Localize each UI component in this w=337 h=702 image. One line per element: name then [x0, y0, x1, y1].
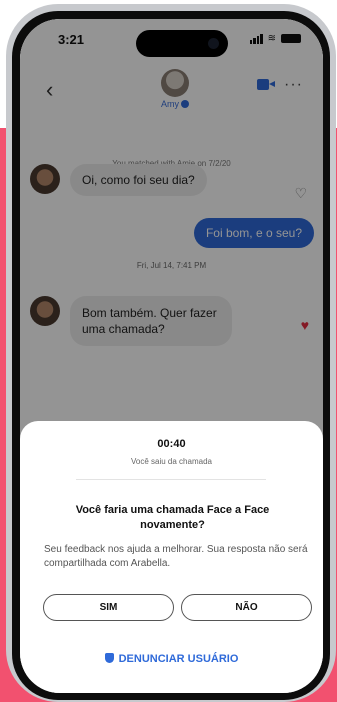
feedback-note: Seu feedback nos ajuda a melhorar. Sua r… — [44, 544, 308, 569]
phone-screen: 3:21 ≋ ‹ Amy ··· You matched with Amie o… — [20, 19, 323, 693]
report-user-label: DENUNCIAR USUÁRIO — [118, 653, 239, 665]
call-duration: 00:40 — [157, 438, 186, 450]
feedback-question: Você faria uma chamada Face a Face novam… — [75, 504, 270, 531]
left-call-text: Você saiu da chamada — [131, 457, 212, 466]
call-feedback-sheet: 00:40 Você saiu da chamada Você faria um… — [20, 421, 323, 693]
yes-button[interactable]: SIM — [43, 594, 174, 621]
divider — [76, 479, 266, 480]
shield-icon — [104, 653, 114, 663]
report-user-button[interactable]: DENUNCIAR USUÁRIO — [20, 653, 323, 665]
no-button[interactable]: NÃO — [181, 594, 312, 621]
